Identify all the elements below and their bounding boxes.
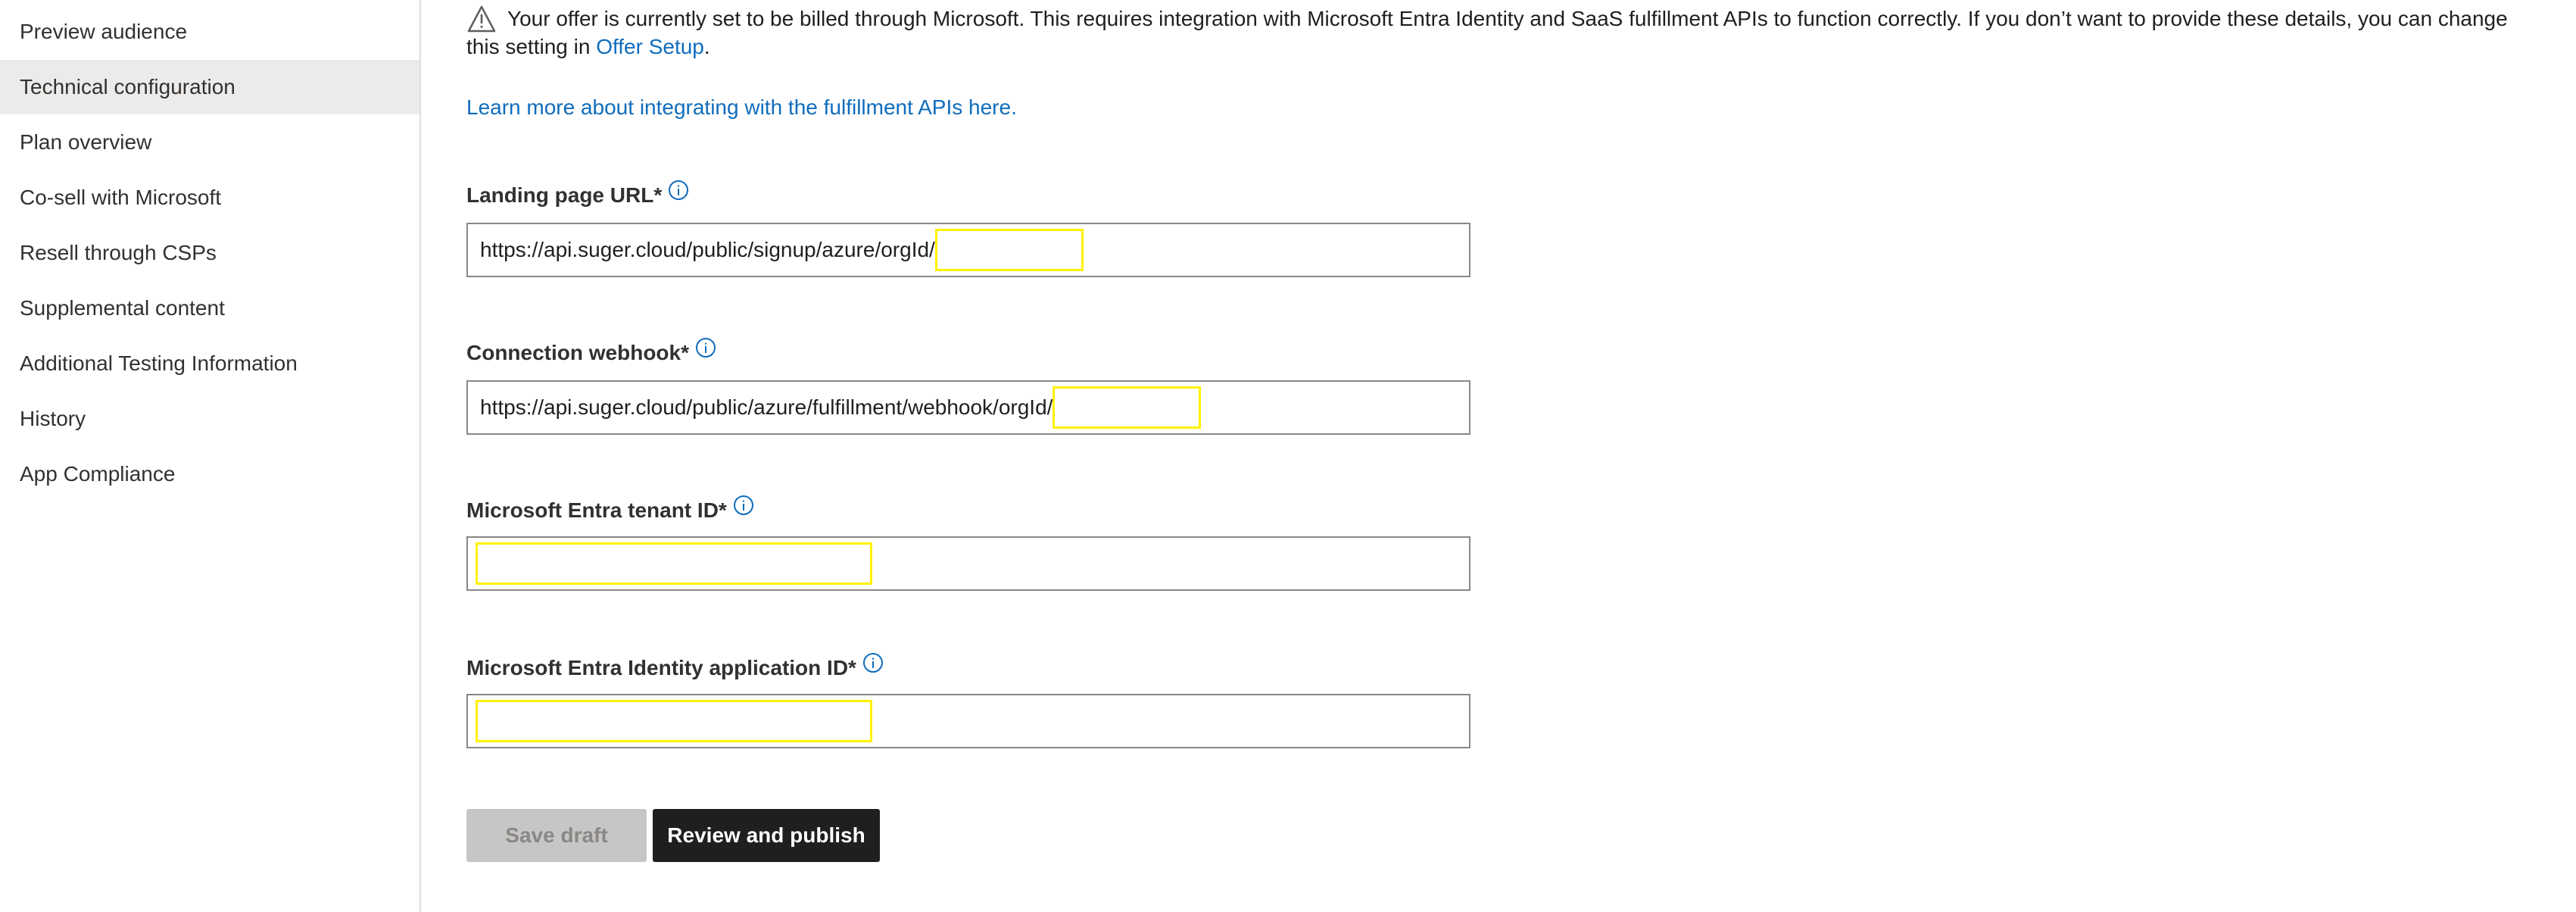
info-icon[interactable]: [668, 180, 689, 201]
sidebar-nav: Preview audience Technical configuration…: [0, 0, 421, 912]
sidebar-item-co-sell[interactable]: Co-sell with Microsoft: [0, 170, 419, 225]
redacted-org-id: [934, 229, 1084, 271]
warning-message: Your offer is currently set to be billed…: [466, 5, 2541, 61]
tenant-id-label-text: Microsoft Entra tenant ID*: [466, 498, 727, 522]
main-content: Your offer is currently set to be billed…: [466, 0, 2556, 912]
sidebar-item-app-compliance[interactable]: App Compliance: [0, 447, 419, 501]
warning-text-line2: this setting in Offer Setup.: [466, 33, 2541, 61]
landing-page-url-value: https://api.suger.cloud/public/signup/az…: [480, 238, 935, 261]
tenant-id-input[interactable]: [466, 536, 1470, 591]
connection-webhook-input[interactable]: https://api.suger.cloud/public/azure/ful…: [466, 380, 1470, 435]
redacted-tenant-id: [476, 542, 872, 585]
connection-webhook-label: Connection webhook*: [466, 338, 716, 365]
sidebar-item-additional-testing[interactable]: Additional Testing Information: [0, 336, 419, 391]
redacted-application-id: [476, 700, 872, 742]
offer-setup-link[interactable]: Offer Setup: [596, 35, 704, 58]
sidebar-item-technical-configuration[interactable]: Technical configuration: [0, 60, 419, 114]
application-id-label: Microsoft Entra Identity application ID*: [466, 653, 884, 680]
billing-warning: Your offer is currently set to be billed…: [466, 5, 2541, 61]
tenant-id-label: Microsoft Entra tenant ID*: [466, 495, 754, 523]
warning-text-line1: Your offer is currently set to be billed…: [507, 7, 2508, 30]
connection-webhook-label-text: Connection webhook*: [466, 341, 689, 364]
info-icon[interactable]: [733, 495, 754, 516]
application-id-label-text: Microsoft Entra Identity application ID*: [466, 656, 856, 679]
landing-page-url-label: Landing page URL*: [466, 180, 689, 208]
review-and-publish-button[interactable]: Review and publish: [653, 809, 880, 862]
page-root: Preview audience Technical configuration…: [0, 0, 2576, 912]
info-icon[interactable]: [862, 652, 884, 673]
sidebar-item-plan-overview[interactable]: Plan overview: [0, 115, 419, 170]
sidebar-item-history[interactable]: History: [0, 392, 419, 446]
landing-page-url-label-text: Landing page URL*: [466, 183, 663, 207]
connection-webhook-value: https://api.suger.cloud/public/azure/ful…: [480, 395, 1053, 419]
save-draft-button[interactable]: Save draft: [466, 809, 647, 862]
sidebar-item-supplemental-content[interactable]: Supplemental content: [0, 281, 419, 336]
landing-page-url-input[interactable]: https://api.suger.cloud/public/signup/az…: [466, 223, 1470, 277]
sidebar-item-resell-csps[interactable]: Resell through CSPs: [0, 226, 419, 280]
redacted-org-id: [1053, 386, 1202, 429]
application-id-input[interactable]: [466, 694, 1470, 748]
learn-more-fulfillment-link[interactable]: Learn more about integrating with the fu…: [466, 95, 1017, 120]
info-icon[interactable]: [695, 337, 716, 358]
warning-text-prefix: this setting in: [466, 35, 597, 58]
warning-text-suffix: .: [703, 35, 710, 58]
sidebar-item-preview-audience[interactable]: Preview audience: [0, 5, 419, 59]
warning-triangle-icon: [466, 5, 497, 33]
